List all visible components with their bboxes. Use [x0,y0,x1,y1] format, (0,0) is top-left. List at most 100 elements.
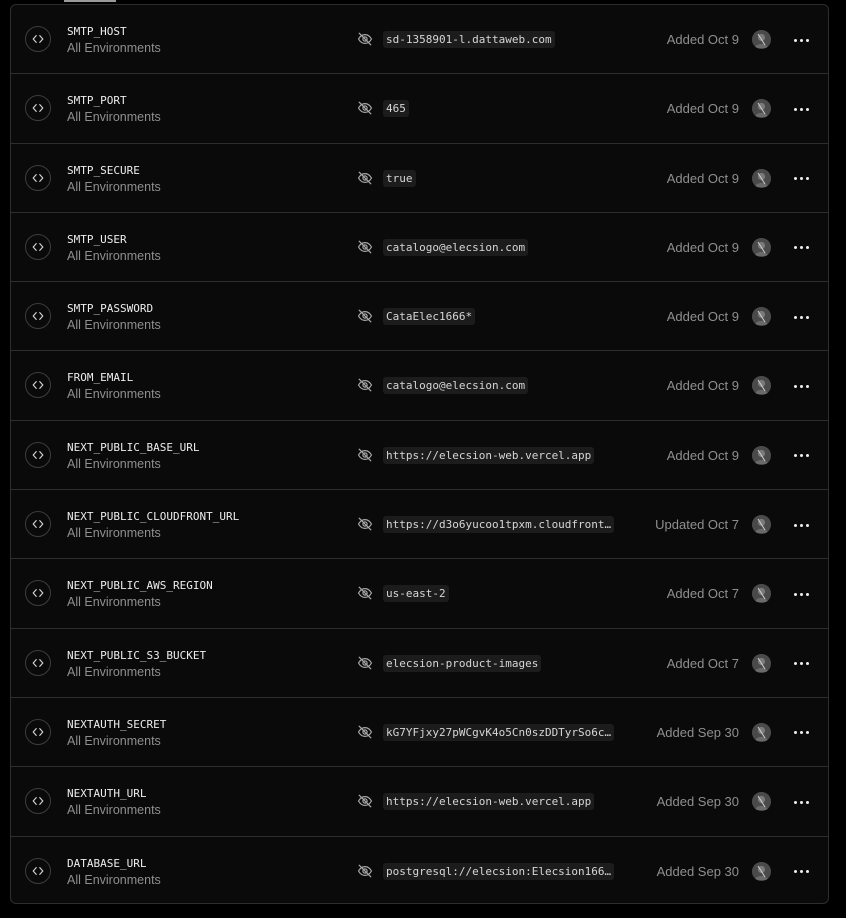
env-key-name[interactable]: FROM_EMAIL [67,370,161,385]
user-avatar[interactable] [752,376,771,396]
env-key-name[interactable]: NEXT_PUBLIC_AWS_REGION [67,578,213,593]
env-key-block: DATABASE_URL All Environments [67,856,161,888]
user-avatar[interactable] [752,861,771,881]
eye-off-icon[interactable] [357,447,375,465]
env-key-name[interactable]: SMTP_USER [67,232,161,247]
eye-off-icon[interactable] [357,516,375,534]
env-variable-row[interactable]: SMTP_HOST All Environments sd-1358901-l.… [11,5,828,75]
more-dot [793,246,797,250]
env-key-name[interactable]: NEXTAUTH_SECRET [67,717,166,732]
user-avatar[interactable] [752,584,771,604]
env-key-name[interactable]: NEXT_PUBLIC_S3_BUCKET [67,648,206,663]
env-value[interactable]: https://elecsion-web.vercel.app [383,446,595,464]
env-variable-row[interactable]: NEXT_PUBLIC_AWS_REGION All Environments … [11,559,828,629]
more-options-button[interactable] [787,446,815,466]
more-options-button[interactable] [787,307,815,327]
user-avatar[interactable] [752,307,771,327]
more-dot [805,246,809,250]
env-key-name[interactable]: SMTP_PASSWORD [67,301,161,316]
more-options-button[interactable] [787,376,815,396]
eye-off-icon[interactable] [357,377,375,395]
env-value[interactable]: elecsion-product-images [383,654,542,672]
env-value[interactable]: postgresql://elecsion:Elecsion166… [383,862,615,880]
env-value[interactable]: catalogo@elecsion.com [383,377,529,395]
eye-off-icon[interactable] [357,793,375,811]
more-options-button[interactable] [787,238,815,258]
more-options-button[interactable] [787,654,815,674]
code-icon [25,95,51,122]
env-value[interactable]: sd-1358901-l.dattaweb.com [383,31,555,48]
env-target-environments: All Environments [67,664,161,679]
more-options-button[interactable] [787,584,815,604]
user-avatar[interactable] [752,99,771,119]
env-value[interactable]: CataElec1666* [383,308,476,326]
environment-variables-list: SMTP_HOST All Environments sd-1358901-l.… [10,4,829,904]
env-variable-row[interactable]: DATABASE_URL All Environments postgresql… [11,837,828,903]
env-variable-row[interactable]: NEXT_PUBLIC_S3_BUCKET All Environments e… [11,629,828,698]
env-key-name[interactable]: SMTP_HOST [67,24,161,39]
eye-off-icon[interactable] [357,308,375,326]
env-value[interactable]: https://elecsion-web.vercel.app [383,793,595,811]
env-variable-row[interactable]: SMTP_SECURE All Environments true Added … [11,144,828,213]
eye-off-icon[interactable] [357,100,375,118]
env-key-block: SMTP_PASSWORD All Environments [67,301,161,333]
env-key-name[interactable]: SMTP_PORT [67,93,161,108]
env-variable-row[interactable]: NEXT_PUBLIC_CLOUDFRONT_URL All Environme… [11,490,828,560]
user-avatar[interactable] [752,445,771,465]
eye-off-icon[interactable] [357,31,375,49]
user-avatar[interactable] [752,722,771,742]
env-value[interactable]: kG7YFjxy27pWCgvK4o5Cn0szDDTyrSo6c… [383,723,615,741]
user-avatar[interactable] [752,237,771,257]
more-options-button[interactable] [787,30,815,50]
user-avatar[interactable] [752,168,771,188]
env-variable-row[interactable]: SMTP_PASSWORD All Environments CataElec1… [11,282,828,352]
env-key-name[interactable]: NEXT_PUBLIC_CLOUDFRONT_URL [67,509,239,524]
env-key-name[interactable]: SMTP_SECURE [67,163,161,178]
user-avatar[interactable] [752,792,771,812]
more-dot [805,107,809,111]
eye-off-icon[interactable] [357,170,375,188]
more-dot [793,731,797,735]
env-value[interactable]: us-east-2 [383,585,449,603]
eye-off-icon[interactable] [357,239,375,257]
env-value[interactable]: 465 [383,100,409,118]
env-target-environments: All Environments [67,733,161,748]
env-target-environments: All Environments [67,595,161,610]
env-variable-row[interactable]: NEXTAUTH_URL All Environments https://el… [11,767,828,837]
env-key-name[interactable]: DATABASE_URL [67,856,161,871]
env-value[interactable]: https://d3o6yucoo1tpxm.cloudfront… [383,516,615,534]
more-options-button[interactable] [787,169,815,189]
code-icon [25,164,51,191]
more-options-button[interactable] [787,99,815,119]
env-value[interactable]: true [383,169,416,187]
more-dot [799,246,803,250]
env-updated-status: Added Sep 30 [656,794,739,810]
env-variable-row[interactable]: FROM_EMAIL All Environments catalogo@ele… [11,351,828,421]
user-avatar[interactable] [752,30,771,49]
env-variable-row[interactable]: SMTP_PORT All Environments 465 Added Oct… [11,74,828,144]
more-dot [793,384,797,388]
more-dot [799,800,803,804]
eye-off-icon[interactable] [357,863,375,881]
more-dot [805,315,809,319]
eye-off-icon[interactable] [357,724,375,742]
more-dot [805,731,809,735]
more-options-button[interactable] [787,723,815,743]
more-options-button[interactable] [787,792,815,812]
env-variable-row[interactable]: SMTP_USER All Environments catalogo@elec… [11,213,828,283]
env-value[interactable]: catalogo@elecsion.com [383,238,529,256]
eye-off-icon[interactable] [357,655,375,673]
user-avatar[interactable] [752,653,771,673]
user-avatar[interactable] [752,515,771,535]
more-options-button[interactable] [787,862,815,882]
eye-off-icon[interactable] [357,585,375,603]
more-options-button[interactable] [787,515,815,535]
env-updated-status: Added Oct 7 [666,586,739,602]
env-updated-status: Added Oct 7 [666,655,739,671]
env-variable-row[interactable]: NEXT_PUBLIC_BASE_URL All Environments ht… [11,421,828,491]
env-target-environments: All Environments [67,41,161,55]
env-key-name[interactable]: NEXT_PUBLIC_BASE_URL [67,440,199,455]
more-dot [799,384,803,388]
env-variable-row[interactable]: NEXTAUTH_SECRET All Environments kG7YFjx… [11,698,828,768]
env-key-name[interactable]: NEXTAUTH_URL [67,786,161,801]
